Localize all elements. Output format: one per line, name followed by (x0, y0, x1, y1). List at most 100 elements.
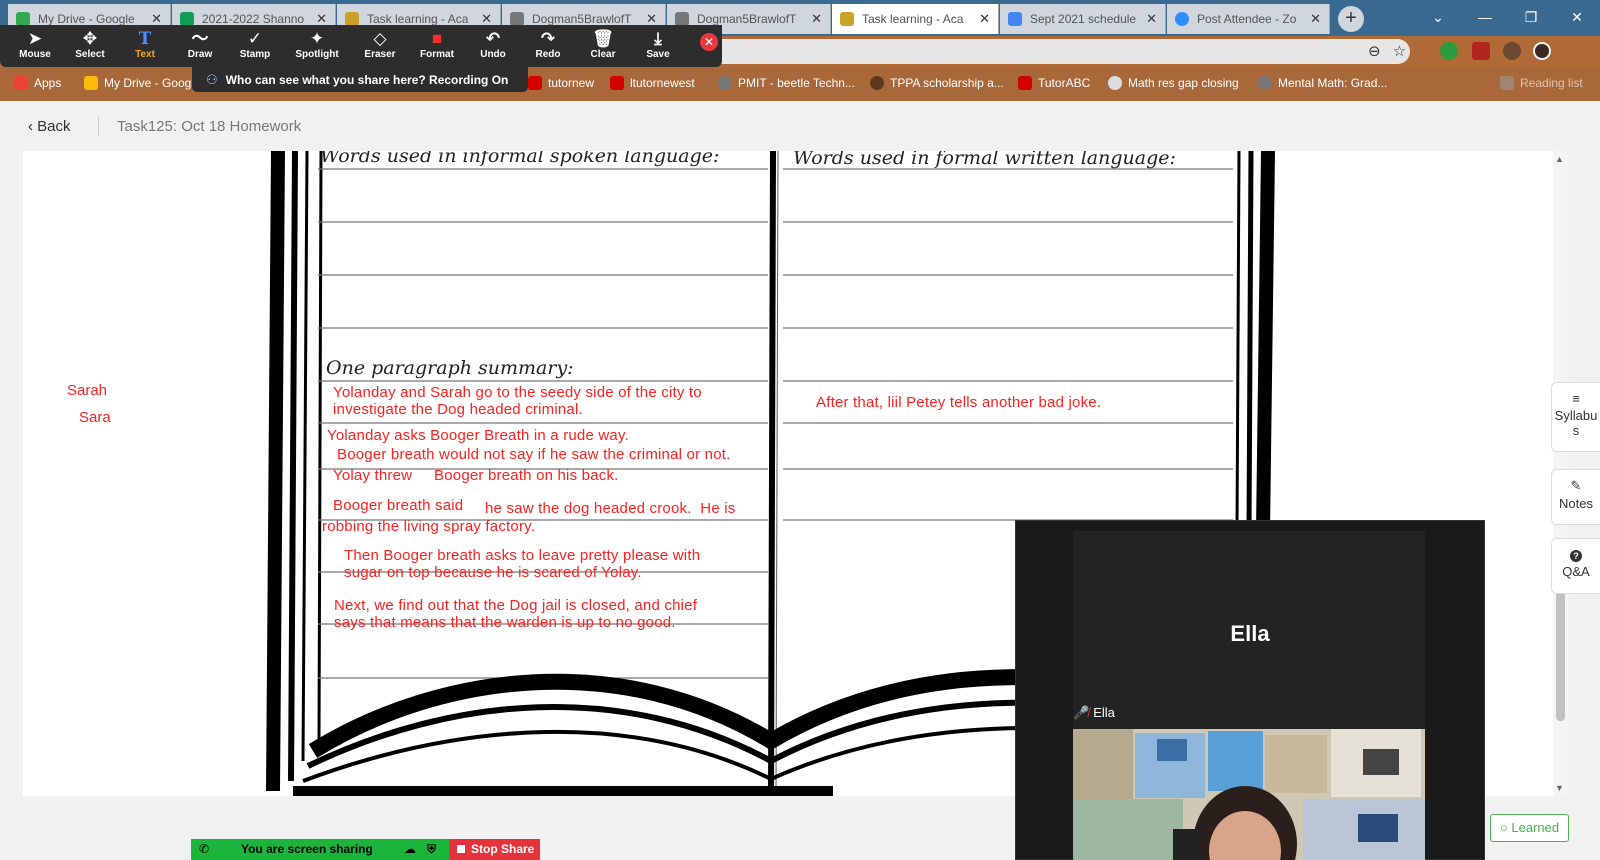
extension-puzzle-icon[interactable] (1503, 42, 1521, 60)
back-button[interactable]: ‹ Back (28, 118, 71, 135)
shield-icon: ⛨ (427, 842, 437, 856)
draw-tool[interactable]: 〜 Draw (175, 29, 225, 60)
participant-name: Ella (1230, 621, 1270, 646)
annotation-text: he saw the dog headed crook. He is (485, 500, 736, 517)
tool-label: Eraser (364, 49, 396, 60)
bookmark-mental-math[interactable]: Mental Math: Grad... (1258, 76, 1387, 90)
syllabus-button[interactable]: ≡ Syllabus (1551, 382, 1600, 452)
close-annotation-icon[interactable]: ✕ (700, 33, 718, 51)
close-icon[interactable]: ✕ (811, 11, 822, 27)
docs-icon (1008, 12, 1022, 26)
tool-label: Clear (590, 49, 616, 60)
bookmark-label: Math res gap closing (1128, 76, 1239, 90)
bookmark-label: Reading list (1520, 76, 1583, 90)
info-icon (610, 76, 624, 90)
learned-label: Learned (1511, 820, 1560, 835)
new-tab-button[interactable]: + (1338, 6, 1364, 32)
bookmark-label: Mental Math: Grad... (1278, 76, 1388, 90)
screen-sharing-status: You are screen sharing (241, 842, 373, 856)
close-icon[interactable]: ✕ (979, 11, 990, 27)
text-tool[interactable]: T Text (120, 29, 170, 60)
minimize-icon[interactable]: — (1462, 0, 1508, 34)
close-icon[interactable]: ✕ (1310, 11, 1321, 27)
zoom-annotation-toolbar: ➤ Mouse ✥ Select T Text 〜 Draw ✓ Stamp ✦ Spotl… (0, 25, 722, 67)
bookmark-my-drive[interactable]: My Drive - Goog (84, 76, 191, 90)
info-icon (1018, 76, 1032, 90)
select-tool[interactable]: ✥ Select (65, 29, 115, 60)
ublock-icon[interactable] (1472, 42, 1490, 60)
globe-icon (718, 76, 732, 90)
back-label: Back (37, 118, 71, 135)
annotation-text: robbing the living spray factory. (322, 518, 536, 535)
scroll-up-icon[interactable]: ▲ (1555, 154, 1564, 164)
scroll-down-icon[interactable]: ▼ (1555, 783, 1564, 793)
profile-avatar[interactable] (1533, 42, 1551, 60)
globe-icon (1108, 76, 1122, 90)
notes-button[interactable]: ✎ Notes (1551, 469, 1600, 525)
redo-tool[interactable]: ↷ Redo (523, 29, 573, 60)
tab-label: Dogman5BrawlofT (697, 12, 797, 26)
bookmark-math-res[interactable]: Math res gap closing (1108, 76, 1239, 90)
annotation-text: Then Booger breath asks to leave pretty … (344, 547, 701, 581)
phone-icon: ✆ (199, 842, 210, 856)
zoom-magnifier-icon[interactable]: ⊖ (1368, 42, 1381, 60)
tool-label: Text (135, 49, 155, 60)
stop-share-button[interactable]: Stop Share (449, 839, 540, 860)
annotation-text: After that, liil Petey tells another bad… (816, 394, 1102, 411)
heading-paragraph-summary: One paragraph summary: (326, 357, 574, 379)
globe-icon (675, 12, 689, 26)
tab-task-learning-active[interactable]: Task learning - Aca ✕ (832, 4, 999, 34)
bookmark-star-icon[interactable]: ☆ (1393, 42, 1406, 60)
reading-list[interactable]: Reading list (1500, 76, 1583, 90)
screen-sharing-bar[interactable]: ✆ You are screen sharing ☁ ⛨ (191, 839, 449, 860)
spotlight-tool[interactable]: ✦ Spotlight (292, 29, 342, 60)
extension-icon[interactable] (1440, 42, 1458, 60)
bookmark-label: TPPA scholarship a... (890, 76, 1004, 90)
bookmark-tutornew[interactable]: tutornew (528, 76, 594, 90)
omnibox-actions: ⊖ ☆ (1368, 42, 1406, 60)
menu-icon: ≡ (1572, 391, 1580, 406)
stamp-tool[interactable]: ✓ Stamp (230, 29, 280, 60)
save-tool[interactable]: ⤓ Save (633, 29, 683, 60)
annotation-text: Next, we find out that the Dog jail is c… (334, 597, 698, 631)
tab-label: Task learning - Aca (367, 12, 469, 26)
eraser-tool[interactable]: ◇ Eraser (355, 29, 405, 60)
tool-label: Draw (187, 49, 213, 60)
close-icon[interactable]: ✕ (1146, 11, 1157, 27)
scrollbar-thumb[interactable] (1556, 591, 1565, 721)
tool-label: Spotlight (295, 49, 339, 60)
tab-sept-schedule[interactable]: Sept 2021 schedule ✕ (1000, 4, 1166, 34)
heading-informal-words: Words used in informal spoken language: (320, 151, 720, 167)
bookmark-pmit[interactable]: PMIT - beetle Techn... (718, 76, 855, 90)
undo-tool[interactable]: ↶ Undo (468, 29, 518, 60)
tab-post-attendee[interactable]: Post Attendee - Zo ✕ (1167, 4, 1330, 34)
clear-tool[interactable]: 🗑 Clear (578, 29, 628, 60)
qa-button[interactable]: ? Q&A (1551, 538, 1600, 594)
apps-grid-icon (14, 76, 28, 90)
bookmark-ltutornewest[interactable]: ltutornewest (610, 76, 695, 90)
site-icon (840, 12, 854, 26)
annotation-text: Yolay threw Booger breath on his back. (333, 467, 619, 484)
zoom-icon (1175, 12, 1189, 26)
mouse-tool[interactable]: ➤ Mouse (10, 29, 60, 60)
video-window[interactable]: Ella 🎤̸ Ella (1015, 520, 1485, 860)
bookmark-tutorabc[interactable]: TutorABC (1018, 76, 1090, 90)
restore-icon[interactable]: ❐ (1508, 0, 1554, 34)
learned-button[interactable]: ○ Learned (1490, 814, 1569, 842)
bookmark-label: TutorABC (1038, 76, 1091, 90)
globe-icon (1258, 76, 1272, 90)
tab-label: Task learning - Aca (862, 12, 964, 26)
bookmark-label: Apps (34, 76, 62, 90)
address-bar[interactable] (700, 39, 1410, 64)
cursor-icon: ➤ (27, 29, 43, 48)
spotlight-icon: ✦ (309, 29, 325, 48)
format-tool[interactable]: ■ Format (412, 29, 462, 60)
bookmark-apps[interactable]: Apps (14, 76, 61, 90)
seal-icon (870, 76, 884, 90)
window-close-icon[interactable]: ✕ (1554, 0, 1600, 34)
student-name-sarah: Sarah (67, 382, 108, 399)
recording-banner-text: Who can see what you share here? Recordi… (225, 72, 509, 87)
tab-search-icon[interactable]: ⌄ (1415, 0, 1461, 34)
bookmark-tppa[interactable]: TPPA scholarship a... (870, 76, 1004, 90)
recording-banner[interactable]: ⚇ Who can see what you share here? Recor… (192, 67, 528, 92)
